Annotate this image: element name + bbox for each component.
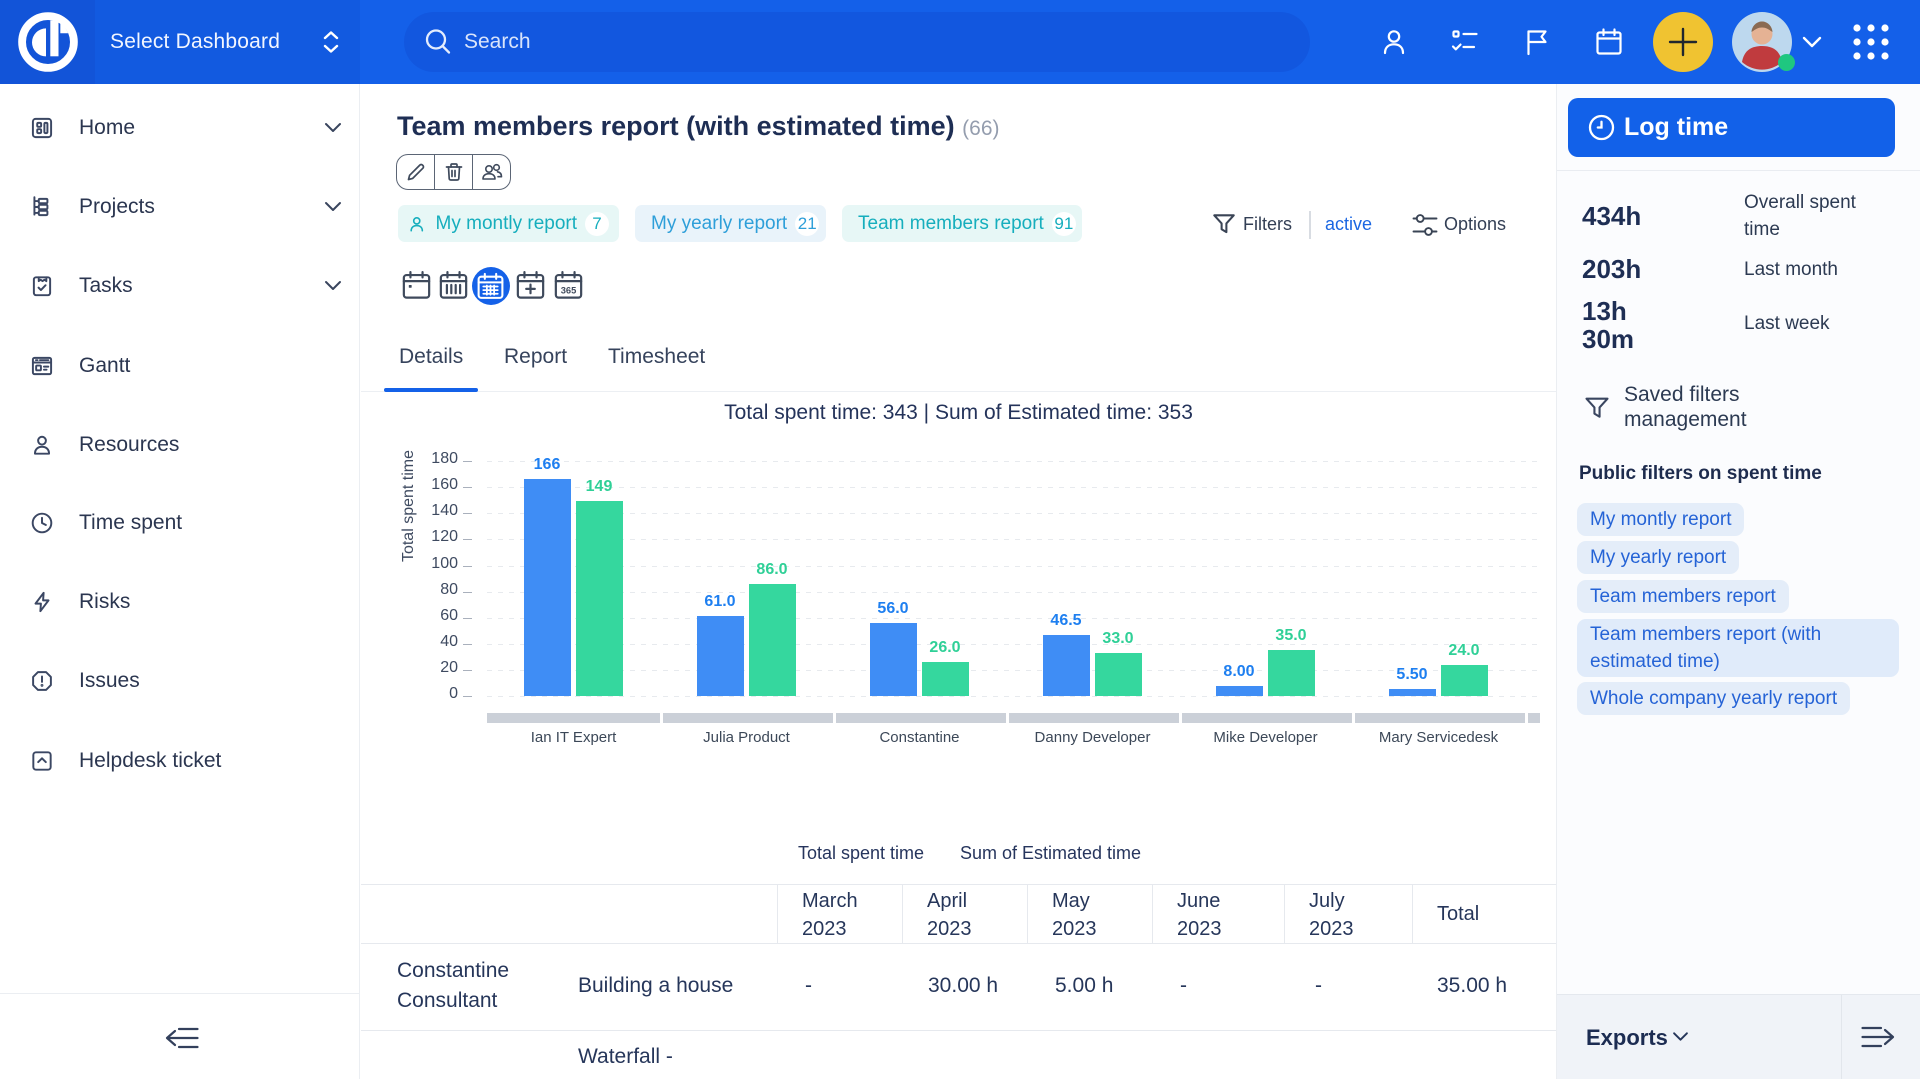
svg-text:365: 365	[561, 286, 577, 296]
